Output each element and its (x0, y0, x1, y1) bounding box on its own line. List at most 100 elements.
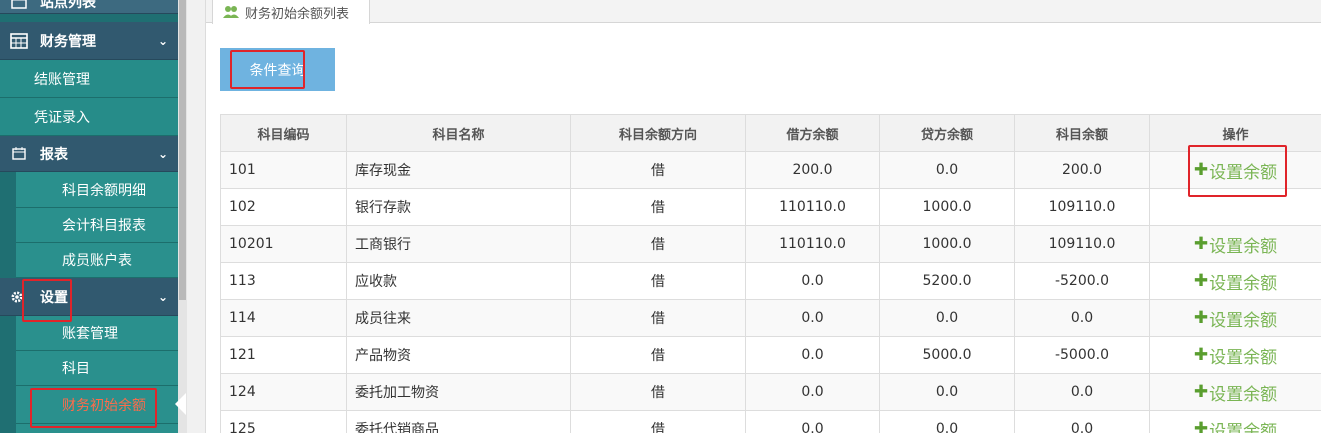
scrollbar-thumb[interactable] (179, 0, 186, 300)
debit-balance-cell: 0.0 (745, 410, 880, 433)
column-header[interactable]: 科目余额 (1014, 114, 1150, 152)
sidebar-group-label: 财务管理 (40, 33, 96, 50)
plus-icon: ✚ (1193, 160, 1209, 180)
plus-icon: ✚ (1193, 382, 1209, 402)
subject-balance-cell: 0.0 (1014, 410, 1150, 433)
subject-name-cell: 工商银行 (346, 225, 571, 263)
subject-balance-cell: -5000.0 (1014, 336, 1150, 374)
plus-icon: ✚ (1193, 271, 1209, 291)
credit-balance-cell: 1000.0 (879, 225, 1015, 263)
set-balance-link[interactable]: ✚ 设置余额 (1194, 417, 1277, 433)
content-gutter (187, 0, 206, 433)
sidebar: 站点列表 财务管理 ⌄ 结账管理 凭证录入 报表 ⌄ 科目余额明细 会计科目报表… (0, 0, 187, 433)
sidebar-item-ledger-management[interactable]: 账套管理 (16, 316, 186, 351)
column-header: 操作 (1149, 114, 1321, 152)
plus-icon: ✚ (1193, 419, 1209, 433)
sidebar-item-account-detail[interactable]: 科目余额明细 (16, 172, 186, 208)
subject-code-cell: 121 (220, 336, 347, 374)
plus-icon: ✚ (1193, 234, 1209, 254)
table-row: 121 产品物资借 0.0 5000.0 -5000.0 ✚ 设置余额 (220, 336, 1321, 374)
credit-balance-cell: 0.0 (879, 410, 1015, 433)
table-row: 101 库存现金借 200.0 0.0 200.0 ✚ 设置余额 (220, 151, 1321, 189)
balance-direction-cell: 借 (570, 299, 746, 337)
set-balance-link[interactable]: ✚ 设置余额 (1194, 343, 1277, 368)
table-row: 124 委托加工物资借 0.0 0.0 0.0 ✚ 设置余额 (220, 373, 1321, 411)
sidebar-item-label: 站点列表 (40, 0, 96, 11)
balance-table: 科目编码 科目名称 科目余额方向 借方余额 贷方余额 科目余额 操作 101 库存… (220, 114, 1321, 433)
debit-balance-cell: 0.0 (745, 299, 880, 337)
sidebar-group-reports[interactable]: 报表 ⌄ (0, 136, 178, 172)
set-balance-label: 设置余额 (1209, 384, 1278, 405)
set-balance-link[interactable]: ✚ 设置余额 (1194, 380, 1277, 405)
column-header[interactable]: 科目编码 (220, 114, 347, 152)
set-balance-label: 设置余额 (1209, 347, 1278, 368)
set-balance-link[interactable]: ✚ 设置余额 (1194, 158, 1277, 183)
plus-icon: ✚ (1193, 345, 1209, 365)
subject-code-cell: 101 (220, 151, 347, 189)
set-balance-label: 设置余额 (1209, 273, 1278, 294)
table-row: 125 委托代销商品借 0.0 0.0 0.0 ✚ 设置余额 (220, 410, 1321, 433)
column-header[interactable]: 科目名称 (346, 114, 571, 152)
sidebar-item-subjects[interactable]: 科目 (16, 351, 186, 386)
subject-code-cell: 113 (220, 262, 347, 300)
balance-direction-cell: 借 (570, 262, 746, 300)
sidebar-item-account-report[interactable]: 会计科目报表 (16, 208, 186, 243)
balance-direction-cell: 借 (570, 336, 746, 374)
sidebar-item-voucher-entry[interactable]: 凭证录入 (0, 98, 178, 136)
sidebar-item-next[interactable] (16, 424, 186, 433)
active-item-pointer (175, 393, 186, 415)
debit-balance-cell: 0.0 (745, 373, 880, 411)
query-button[interactable]: 条件查询 (220, 48, 335, 91)
balance-direction-cell: 借 (570, 188, 746, 226)
sidebar-item-label: 账套管理 (62, 326, 118, 342)
sidebar-item-label: 会计科目报表 (62, 218, 146, 234)
sidebar-item-member-account[interactable]: 成员账户表 (16, 243, 186, 278)
subject-balance-cell: 0.0 (1014, 373, 1150, 411)
credit-balance-cell: 1000.0 (879, 188, 1015, 226)
users-icon (223, 5, 239, 19)
sidebar-item-label: 科目余额明细 (62, 182, 146, 199)
subject-name-cell: 库存现金 (346, 151, 571, 189)
sidebar-item-initial-balance[interactable]: 财务初始余额 (16, 386, 186, 424)
calendar-icon (10, 0, 28, 11)
set-balance-link[interactable]: ✚ 设置余额 (1194, 269, 1277, 294)
set-balance-link[interactable]: ✚ 设置余额 (1194, 306, 1277, 331)
subject-balance-cell: 109110.0 (1014, 188, 1150, 226)
set-balance-label: 设置余额 (1209, 162, 1278, 183)
sidebar-group-settings[interactable]: 设置 ⌄ (0, 278, 178, 316)
balance-direction-cell: 借 (570, 410, 746, 433)
debit-balance-cell: 200.0 (745, 151, 880, 189)
sidebar-group-finance[interactable]: 财务管理 ⌄ (0, 22, 178, 60)
subject-balance-cell: 0.0 (1014, 299, 1150, 337)
tab-initial-balance-list[interactable]: 财务初始余额列表 (212, 0, 370, 24)
credit-balance-cell: 0.0 (879, 373, 1015, 411)
set-balance-label: 设置余额 (1209, 310, 1278, 331)
balance-direction-cell: 借 (570, 151, 746, 189)
column-header[interactable]: 借方余额 (745, 114, 880, 152)
column-header[interactable]: 科目余额方向 (570, 114, 746, 152)
action-cell: ✚ 设置余额 (1149, 225, 1321, 263)
sidebar-item-sites[interactable]: 站点列表 (0, 0, 178, 14)
sidebar-scrollbar[interactable] (178, 0, 187, 433)
plus-icon: ✚ (1193, 308, 1209, 328)
credit-balance-cell: 5200.0 (879, 262, 1015, 300)
chevron-down-icon: ⌄ (157, 289, 168, 304)
subject-code-cell: 125 (220, 410, 347, 433)
balance-direction-cell: 借 (570, 225, 746, 263)
subject-name-cell: 银行存款 (346, 188, 571, 226)
subject-balance-cell: -5200.0 (1014, 262, 1150, 300)
debit-balance-cell: 0.0 (745, 336, 880, 374)
subject-code-cell: 114 (220, 299, 347, 337)
debit-balance-cell: 110110.0 (745, 188, 880, 226)
column-header[interactable]: 贷方余额 (879, 114, 1015, 152)
sidebar-item-closing[interactable]: 结账管理 (0, 60, 178, 98)
subject-name-cell: 委托代销商品 (346, 410, 571, 433)
action-cell: ✚ 设置余额 (1149, 410, 1321, 433)
subject-name-cell: 产品物资 (346, 336, 571, 374)
calendar-icon (10, 145, 28, 163)
subject-code-cell: 10201 (220, 225, 347, 263)
set-balance-link[interactable]: ✚ 设置余额 (1194, 232, 1277, 257)
sidebar-group-label: 设置 (40, 289, 68, 306)
table-row: 102 银行存款借 110110.0 1000.0 109110.0 (220, 188, 1321, 226)
tab-label: 财务初始余额列表 (245, 6, 350, 22)
